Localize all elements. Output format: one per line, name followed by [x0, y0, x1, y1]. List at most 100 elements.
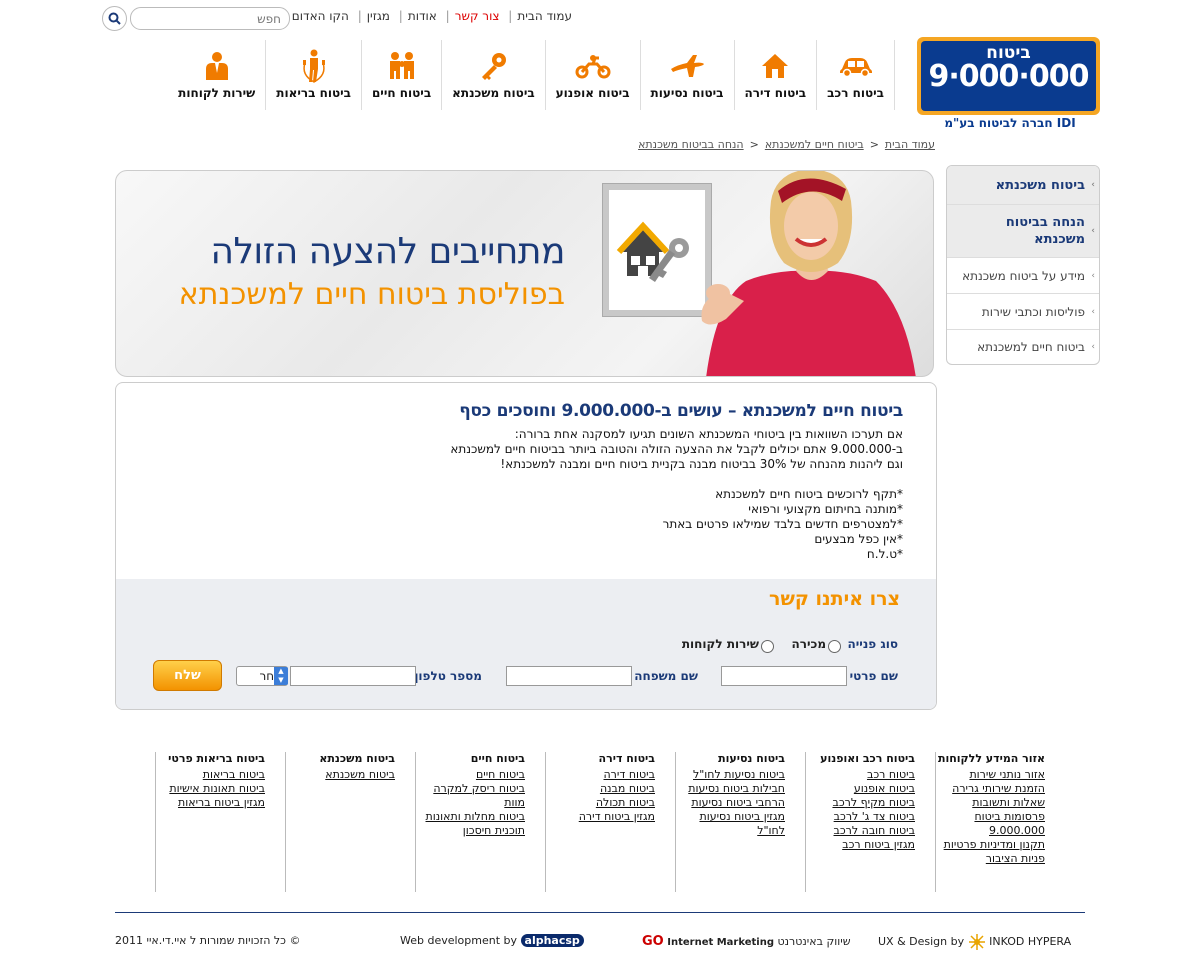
- footer-link[interactable]: ביטוח חיים: [416, 768, 525, 782]
- breadcrumb-life-mortgage[interactable]: ביטוח חיים למשכנתא: [765, 138, 864, 151]
- radio-sales-label: מכירה: [791, 637, 826, 651]
- go-logo-icon: GO: [642, 934, 664, 949]
- nav-item-travel[interactable]: ביטוח נסיעות: [639, 40, 734, 110]
- footer-link[interactable]: פניות הציבור: [936, 852, 1045, 866]
- nav-item-car[interactable]: ביטוח רכב: [816, 40, 895, 110]
- last-name-input[interactable]: [506, 666, 632, 686]
- footer-link[interactable]: מגזין ביטוח דירה: [546, 810, 655, 824]
- inkod-logo-icon: [968, 934, 985, 950]
- copyright: © כל הזכויות שמורות ל איי.די.איי 2011: [115, 934, 301, 947]
- footer-link[interactable]: שאלות ותשובות: [936, 796, 1045, 810]
- footer-link[interactable]: לחו"ל: [676, 824, 785, 838]
- content-paragraph-line: וגם ליהנות מהנחה של 30% בביטוח מבנה בקני…: [500, 457, 903, 471]
- side-menu: › ביטוח משכנתא › הנחה בביטוח משכנתא › מידע …: [946, 165, 1100, 365]
- nav-item-service[interactable]: שירות לקוחות: [168, 40, 265, 110]
- footer-link[interactable]: 9.000.000: [936, 824, 1045, 838]
- content-bullet: *מותנה בחיתום מקצועי ורפואי: [748, 502, 903, 516]
- footer-link[interactable]: חבילות ביטוח נסיעות: [676, 782, 785, 796]
- nav-item-home[interactable]: ביטוח דירה: [733, 40, 817, 110]
- nav-label-home: ביטוח דירה: [744, 86, 807, 100]
- top-link-contact[interactable]: צור קשר: [455, 9, 500, 23]
- content-body: אם תערכו השוואות בין ביטוחי המשכנתא השונ…: [450, 427, 903, 562]
- nav-item-mortgage[interactable]: ביטוח משכנתא: [441, 40, 545, 110]
- search-icon: [108, 12, 121, 25]
- footer-link[interactable]: ביטוח חובה לרכב: [806, 824, 916, 838]
- phone-prefix-select[interactable]: בחר ▲ ▼: [236, 666, 288, 686]
- footer-link[interactable]: מגזין ביטוח רכב: [806, 838, 915, 852]
- first-name-input[interactable]: [721, 666, 847, 686]
- top-link-home[interactable]: עמוד הבית: [517, 9, 572, 23]
- search-input[interactable]: [130, 7, 290, 30]
- footer-link[interactable]: מוות: [416, 796, 525, 810]
- footer-col-mortgage: ביטוח משכנתא ביטוח משכנתא: [285, 752, 415, 892]
- content-title: ביטוח חיים למשכנתא – עושים ב-9.000.000 ו…: [459, 401, 903, 421]
- nav-item-life[interactable]: ביטוח חיים: [360, 40, 441, 110]
- footer-link[interactable]: ביטוח דירה: [546, 768, 656, 782]
- nav-item-health[interactable]: ביטוח בריאות: [265, 40, 361, 110]
- breadcrumb-home[interactable]: עמוד הבית: [885, 138, 935, 151]
- banner-headline: מתחייבים להצעה הזולה: [210, 231, 565, 272]
- footer-link[interactable]: ביטוח תאונות אישיות: [156, 782, 265, 796]
- footer-link[interactable]: ביטוח ריסק למקרה: [416, 782, 525, 796]
- submit-button[interactable]: שלח: [153, 660, 222, 691]
- nav-item-motorcycle[interactable]: ביטוח אופנוע: [544, 40, 640, 110]
- logo-tagline: IDI חברה לביטוח בע"מ: [944, 116, 1076, 130]
- footer-link[interactable]: פרסומות ביטוח: [936, 810, 1045, 824]
- search-button[interactable]: [102, 6, 127, 31]
- footer-link[interactable]: מגזין ביטוח נסיעות: [676, 810, 785, 824]
- top-link-red-line[interactable]: הקו האדום: [292, 9, 349, 23]
- radio-sales[interactable]: [828, 640, 841, 653]
- footer-link[interactable]: תוכנית חיסכון: [416, 824, 525, 838]
- side-item-life-mortgage[interactable]: › ביטוח חיים למשכנתא: [947, 330, 1099, 364]
- chevron-updown-icon: ▲ ▼: [274, 667, 288, 685]
- family-icon: [389, 52, 414, 79]
- footer-col-title: ביטוח רכב ואופנוע: [820, 752, 915, 765]
- footer-link[interactable]: ביטוח משכנתא: [286, 768, 395, 782]
- main-nav: ביטוח רכב ביטוח דירה ביטוח נסיעות ביטוח …: [168, 40, 895, 110]
- breadcrumb: עמוד הבית<ביטוח חיים למשכנתא<הנחה בביטוח…: [638, 138, 935, 151]
- footer-link[interactable]: ביטוח רכב: [806, 768, 915, 782]
- footer-link[interactable]: ביטוח צד ג' לרכב: [806, 810, 915, 824]
- footer-link[interactable]: אזור נותני שירות: [936, 768, 1045, 782]
- content-paragraph-line: ב-9.000.000 אתם יכולים לקבל את ההצעה הזו…: [450, 442, 903, 456]
- footer-link[interactable]: מגזין ביטוח בריאות: [156, 796, 265, 810]
- banner-subheadline: בפוליסת ביטוח חיים למשכנתא: [178, 277, 565, 312]
- top-link-magazine[interactable]: מגזין: [367, 9, 390, 23]
- footer-link[interactable]: ביטוח אופנוע: [806, 782, 915, 796]
- nav-label-travel: ביטוח נסיעות: [650, 86, 724, 100]
- footer-col-title: ביטוח בריאות פרטי: [168, 752, 265, 765]
- alphacsp-logo: alphacsp: [520, 934, 584, 947]
- side-item-mortgage-info[interactable]: › מידע על ביטוח משכנתא: [947, 258, 1099, 294]
- top-link-about[interactable]: אודות: [408, 9, 437, 23]
- credit-development[interactable]: Web development by alphacsp: [400, 934, 584, 947]
- credit-design-label: UX & Design by: [878, 935, 965, 948]
- main-content: ביטוח חיים למשכנתא – עושים ב-9.000.000 ו…: [115, 382, 937, 710]
- footer-link[interactable]: ביטוח מקיף לרכב: [806, 796, 915, 810]
- side-item-policies[interactable]: › פוליסות וכתבי שירות: [947, 294, 1099, 330]
- footer-link[interactable]: ביטוח בריאות: [156, 768, 265, 782]
- radio-service-label: שירות לקוחות: [681, 637, 759, 651]
- side-item-mortgage-discount[interactable]: › הנחה בביטוח משכנתא: [947, 205, 1099, 258]
- footer-link[interactable]: ביטוח תכולה: [546, 796, 655, 810]
- hero-banner: מתחייבים להצעה הזולה בפוליסת ביטוח חיים …: [115, 170, 934, 377]
- content-bullet: *אין כפל מבצעים: [814, 532, 903, 546]
- footer-link[interactable]: תקנון ומדיניות פרטיות: [936, 838, 1045, 852]
- footer-link[interactable]: ביטוח מחלות ותאונות: [416, 810, 525, 824]
- footer-link[interactable]: ביטוח נסיעות לחו"ל: [676, 768, 785, 782]
- content-bullet: *למצטרפים חדשים בלבד שמילאו פרטים באתר: [662, 517, 903, 531]
- spokeswoman-illustration: [701, 171, 916, 376]
- credit-marketing[interactable]: GO Internet Marketing שיווק באינטרנט: [642, 934, 851, 949]
- footer-link[interactable]: הרחבי ביטוח נסיעות: [676, 796, 785, 810]
- footer-col-customer-info: אזור המידע ללקוחות אזור נותני שירות הזמנ…: [935, 752, 1085, 892]
- side-item-mortgage-insurance[interactable]: › ביטוח משכנתא: [947, 166, 1099, 205]
- first-name-label: שם פרטי: [849, 669, 898, 683]
- footer-link[interactable]: ביטוח מבנה: [546, 782, 655, 796]
- credit-design[interactable]: UX & Design by INKOD HYPERA: [878, 934, 1071, 950]
- phone-label: מספר טלפון: [414, 669, 482, 683]
- last-name-label: שם משפחה: [634, 669, 698, 683]
- footer-link[interactable]: הזמנת שירותי גרירה: [936, 782, 1045, 796]
- radio-service[interactable]: [761, 640, 774, 653]
- phone-input[interactable]: [290, 666, 416, 686]
- logo[interactable]: ביטוח 9·000·000: [917, 37, 1100, 115]
- footer-col-car: ביטוח רכב ואופנוע ביטוח רכב ביטוח אופנוע…: [805, 752, 935, 892]
